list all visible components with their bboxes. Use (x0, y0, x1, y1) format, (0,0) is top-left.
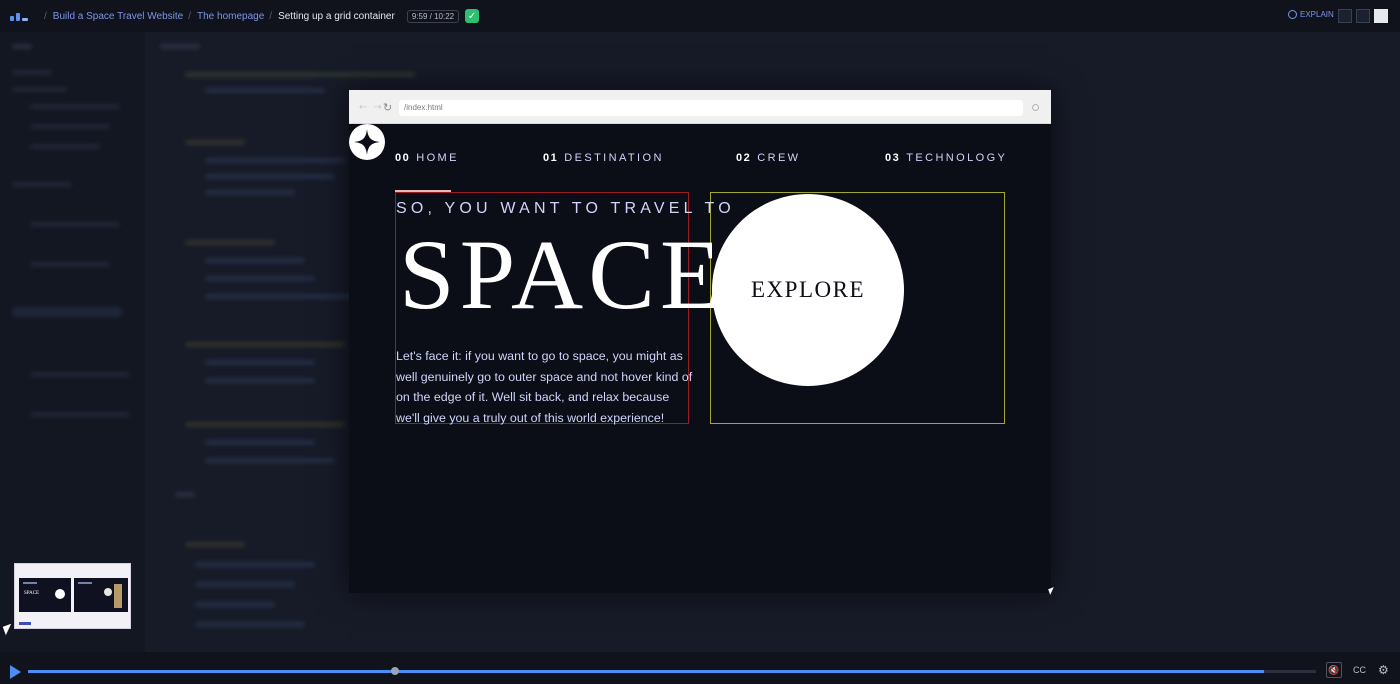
nav-crew-label: CREW (757, 152, 801, 164)
nav-technology-number: 03 (885, 152, 901, 164)
star-logo-icon[interactable] (349, 124, 385, 160)
breadcrumb-current: Setting up a grid container (278, 10, 395, 22)
cc-button[interactable]: CC (1353, 665, 1366, 675)
explain-label: EXPLAIN (1300, 10, 1334, 19)
hero-subtitle: SO, YOU WANT TO TRAVEL TO (396, 200, 735, 217)
scrimba-logo-icon[interactable] (10, 11, 30, 21)
top-bar: / Build a Space Travel Website / The hom… (0, 0, 1400, 32)
player-controls: 🔇 CC ⚙ (0, 652, 1400, 684)
play-icon[interactable] (10, 665, 21, 679)
layout-switcher (1338, 9, 1388, 23)
nav-home-label: HOME (416, 152, 459, 164)
file-sidebar (0, 32, 145, 652)
layout-editor-icon[interactable] (1338, 9, 1352, 23)
nav-technology[interactable]: 03 TECHNOLOGY (885, 152, 1007, 164)
explore-label: EXPLORE (751, 277, 865, 302)
explain-button[interactable]: EXPLAIN (1288, 10, 1334, 19)
progress-fill (28, 670, 1265, 673)
lesson-time: 9:59 / 10:22 (406, 9, 460, 23)
url-bar[interactable]: /index.html (399, 100, 1023, 116)
screen: / Build a Space Travel Website / The hom… (0, 0, 1400, 684)
layout-split-icon[interactable] (1356, 9, 1370, 23)
nav-destination-label: DESTINATION (564, 152, 664, 164)
progress-marker[interactable] (391, 667, 400, 675)
explain-icon (1288, 10, 1297, 19)
browser-menu-icon[interactable] (1032, 104, 1039, 111)
settings-gear-icon[interactable]: ⚙ (1378, 663, 1389, 677)
nav-home-number: 00 (395, 152, 411, 164)
nav-destination-number: 01 (543, 152, 559, 164)
reload-icon[interactable]: ↻ (383, 101, 392, 114)
progress-bar[interactable] (28, 670, 1316, 673)
hero-paragraph: Let's face it: if you want to go to spac… (396, 349, 693, 425)
breadcrumb-course[interactable]: Build a Space Travel Website (53, 11, 183, 22)
nav-crew-number: 02 (736, 152, 752, 164)
nav-home[interactable]: 00 HOME (395, 152, 459, 164)
browser-toolbar: ←→ ↻ /index.html (349, 90, 1051, 124)
nav-crew[interactable]: 02 CREW (736, 152, 800, 164)
thumbnail-destination (74, 578, 128, 612)
volume-icon[interactable]: 🔇 (1326, 662, 1342, 678)
layout-preview-icon[interactable] (1374, 9, 1388, 23)
thumbnail-label: SPACE (24, 591, 40, 596)
completed-check-icon: ✓ (465, 9, 480, 23)
breadcrumb: / Build a Space Travel Website / The hom… (40, 9, 480, 23)
explore-button[interactable]: EXPLORE (712, 194, 904, 386)
hero-title: SPACE (399, 219, 727, 330)
nav-destination[interactable]: 01 DESTINATION (543, 152, 664, 164)
preview-thumbnail[interactable]: SPACE (14, 563, 131, 629)
thumbnail-home: SPACE (19, 578, 71, 612)
breadcrumb-module[interactable]: The homepage (197, 11, 264, 22)
nav-technology-label: TECHNOLOGY (906, 152, 1008, 164)
preview-window: ←→ ↻ /index.html 00 HOME 01 DESTINATION 02… (349, 90, 1051, 593)
